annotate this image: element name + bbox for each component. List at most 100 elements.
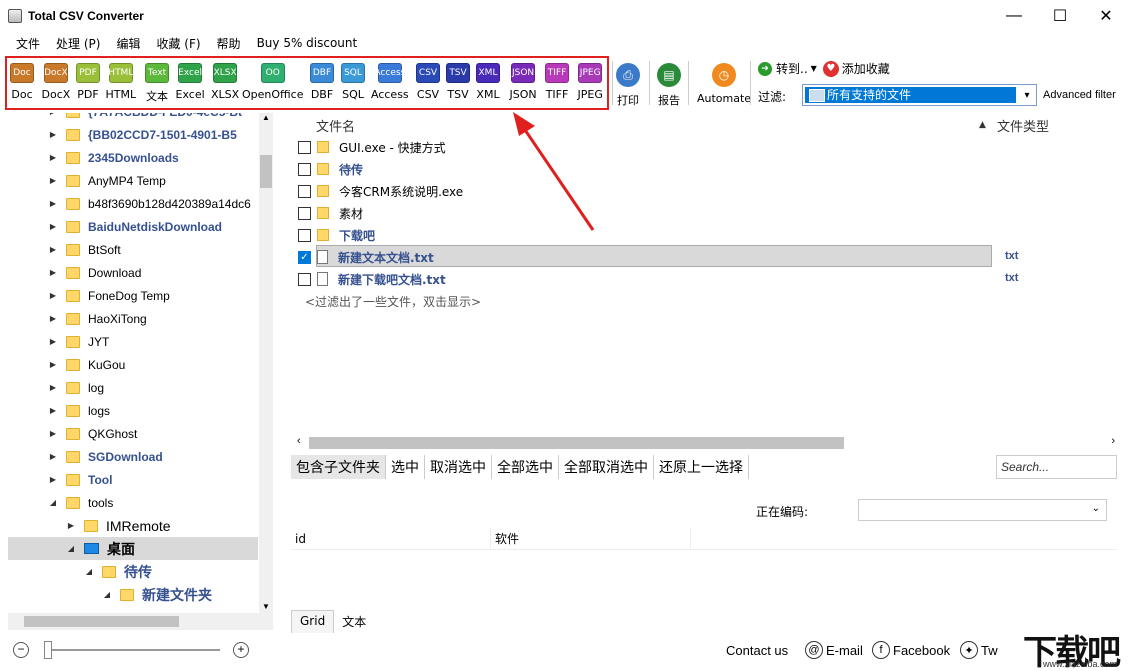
collapsed-arrow-icon[interactable]: ▶ <box>48 245 58 254</box>
format-button-csv[interactable]: CSV CSV <box>416 63 440 101</box>
tree-item[interactable]: ▶ SGDownload <box>8 445 258 468</box>
include-subfolders-button[interactable]: 包含子文件夹 <box>291 455 386 479</box>
file-row[interactable]: 新建下载吧文档.txt <box>291 268 1129 290</box>
print-button[interactable]: ⎙ 打印 <box>616 63 640 108</box>
tree-item[interactable]: ▶ Tool <box>8 468 258 491</box>
file-checkbox[interactable] <box>298 272 311 286</box>
collapsed-arrow-icon[interactable]: ▶ <box>48 429 58 438</box>
format-button-text[interactable]: Text 文本 <box>145 63 169 104</box>
collapsed-arrow-icon[interactable]: ▶ <box>48 383 58 392</box>
grid-column-id[interactable]: id <box>291 527 491 550</box>
format-button-doc[interactable]: Doc Doc <box>10 63 34 101</box>
tab-grid[interactable]: Grid <box>291 610 335 633</box>
format-button-tiff[interactable]: TIFF TIFF <box>545 63 569 101</box>
format-button-docx[interactable]: DocX DocX <box>42 63 70 101</box>
search-input[interactable]: Search... <box>996 455 1117 479</box>
tree-item[interactable]: ▶ logs <box>8 399 258 422</box>
restore-selection-button[interactable]: 还原上一选择 <box>654 455 749 479</box>
format-button-xml[interactable]: XML XML <box>476 63 500 101</box>
file-checkbox[interactable] <box>298 206 311 220</box>
zoom-in-icon[interactable]: + <box>233 642 249 658</box>
collapsed-arrow-icon[interactable]: ▶ <box>48 222 58 231</box>
scroll-thumb[interactable] <box>260 155 272 188</box>
collapsed-arrow-icon[interactable]: ▶ <box>48 406 58 415</box>
file-row[interactable]: 下载吧 <box>291 224 1129 246</box>
file-checkbox[interactable]: ✓ <box>298 250 311 264</box>
expanded-arrow-icon[interactable]: ◢ <box>84 567 94 576</box>
file-checkbox[interactable] <box>298 140 311 154</box>
format-button-xlsx[interactable]: XLSX XLSX <box>211 63 239 101</box>
collapsed-arrow-icon[interactable]: ▶ <box>48 291 58 300</box>
tree-item[interactable]: ▶ QKGhost <box>8 422 258 445</box>
file-row[interactable]: GUI.exe - 快捷方式 <box>291 136 1129 158</box>
tab-text[interactable]: 文本 <box>334 610 374 633</box>
zoom-slider-thumb[interactable] <box>44 641 52 659</box>
collapsed-arrow-icon[interactable]: ▶ <box>48 314 58 323</box>
scroll-right-icon[interactable]: › <box>1111 435 1115 447</box>
scroll-left-icon[interactable]: ‹ <box>297 435 301 447</box>
zoom-out-icon[interactable]: − <box>13 642 29 658</box>
tree-item[interactable]: ▶ Download <box>8 261 258 284</box>
close-button[interactable]: ✕ <box>1083 0 1129 32</box>
expanded-arrow-icon[interactable]: ◢ <box>48 498 58 507</box>
file-list-horizontal-scrollbar[interactable]: ‹ › <box>291 435 1121 451</box>
tree-item[interactable]: ▶ BaiduNetdiskDownload <box>8 215 258 238</box>
format-button-dbf[interactable]: DBF DBF <box>310 63 334 101</box>
tree-vertical-scrollbar[interactable]: ▲ ▼ <box>259 113 273 613</box>
filtered-files-note[interactable]: <过滤出了一些文件，双击显示> <box>305 293 481 310</box>
collapsed-arrow-icon[interactable]: ▶ <box>48 452 58 461</box>
minimize-button[interactable]: — <box>991 0 1037 32</box>
file-checkbox[interactable] <box>298 228 311 242</box>
tree-item[interactable]: ▶ KuGou <box>8 353 258 376</box>
tree-item[interactable]: ▶ JYT <box>8 330 258 353</box>
file-row[interactable]: 素材 <box>291 202 1129 224</box>
scroll-thumb[interactable] <box>309 437 844 449</box>
collapsed-arrow-icon[interactable]: ▶ <box>48 360 58 369</box>
encoding-dropdown[interactable]: ⌄ <box>858 499 1107 521</box>
collapsed-arrow-icon[interactable]: ▶ <box>48 176 58 185</box>
menu-edit[interactable]: 编辑 <box>108 35 148 52</box>
file-row[interactable]: ✓ 新建文本文档.txt <box>291 246 1129 268</box>
expanded-arrow-icon[interactable]: ◢ <box>66 544 76 553</box>
tree-item[interactable]: ◢ tools <box>8 491 258 514</box>
tree-item[interactable]: ▶ IMRemote <box>8 514 258 537</box>
column-filetype[interactable]: 文件类型 <box>997 116 1049 135</box>
format-button-access[interactable]: Access Access <box>371 63 409 101</box>
advanced-filter-link[interactable]: Advanced filter <box>1043 89 1116 101</box>
menu-process[interactable]: 处理 (P) <box>48 35 108 52</box>
format-button-sql[interactable]: SQL SQL <box>341 63 365 101</box>
filter-dropdown[interactable]: 所有支持的文件 ▾ <box>802 84 1037 106</box>
tree-item[interactable]: ▶ FoneDog Temp <box>8 284 258 307</box>
collapsed-arrow-icon[interactable]: ▶ <box>48 268 58 277</box>
tree-item[interactable]: ▶ BtSoft <box>8 238 258 261</box>
tree-item[interactable]: ▶ 2345Downloads <box>8 146 258 169</box>
collapsed-arrow-icon[interactable]: ▶ <box>48 337 58 346</box>
select-button[interactable]: 选中 <box>386 455 425 479</box>
expanded-arrow-icon[interactable]: ◢ <box>102 590 112 599</box>
collapsed-arrow-icon[interactable]: ▶ <box>48 475 58 484</box>
tree-item[interactable]: ▶ AnyMP4 Temp <box>8 169 258 192</box>
format-button-tsv[interactable]: TSV TSV <box>446 63 470 101</box>
report-button[interactable]: ▤ 报告 <box>657 63 681 108</box>
format-button-json[interactable]: JSON JSON <box>510 63 537 101</box>
email-link[interactable]: @ E-mail <box>805 641 863 659</box>
collapsed-arrow-icon[interactable]: ▶ <box>48 153 58 162</box>
tree-horizontal-scrollbar[interactable] <box>8 613 273 630</box>
tree-item[interactable]: ◢ 待传 <box>8 560 258 583</box>
menu-favorites[interactable]: 收藏 (F) <box>148 35 208 52</box>
tree-item[interactable]: ▶ {7A7ACBDD-FED0-4eC5-Bt <box>8 113 258 123</box>
format-button-jpeg[interactable]: JPEG JPEG <box>578 63 603 101</box>
format-button-excel[interactable]: Excel Excel <box>176 63 205 101</box>
column-filename[interactable]: 文件名 <box>316 116 355 135</box>
select-all-button[interactable]: 全部选中 <box>492 455 559 479</box>
menu-file[interactable]: 文件 <box>8 35 48 52</box>
add-favorite-button[interactable]: 添加收藏 <box>842 60 890 77</box>
tree-item[interactable]: ▶ b48f3690b128d420389a14dc6 <box>8 192 258 215</box>
file-row[interactable]: 待传 <box>291 158 1129 180</box>
collapsed-arrow-icon[interactable]: ▶ <box>66 521 76 530</box>
zoom-slider-track[interactable] <box>44 649 220 651</box>
chevron-down-icon[interactable]: ▼ <box>811 64 817 73</box>
menu-buy-discount[interactable]: Buy 5% discount <box>249 36 366 50</box>
grid-column-software[interactable]: 软件 <box>491 527 691 550</box>
automate-button[interactable]: ◷ Automate <box>697 63 751 105</box>
